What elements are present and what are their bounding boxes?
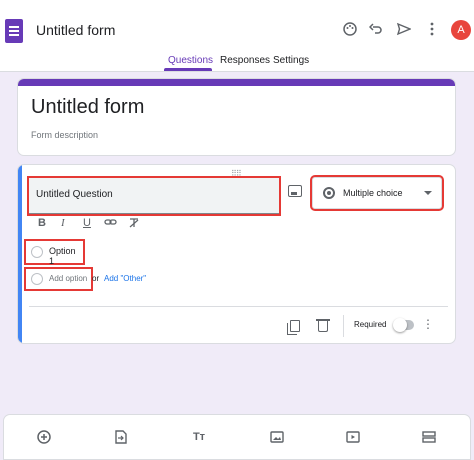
- question-title-text: Untitled Question: [36, 189, 113, 200]
- import-questions-icon[interactable]: [112, 428, 130, 446]
- drag-handle-icon[interactable]: ⠿⠿: [231, 169, 242, 178]
- clear-formatting-icon[interactable]: [128, 217, 140, 232]
- dropdown-arrow-icon: [424, 191, 432, 195]
- tab-settings[interactable]: Settings: [273, 55, 309, 66]
- palette-icon[interactable]: [338, 17, 362, 41]
- question-type-select[interactable]: Multiple choice: [310, 175, 444, 211]
- underline-icon[interactable]: U: [83, 217, 91, 229]
- add-title-icon[interactable]: Tт: [190, 428, 208, 446]
- more-vert-icon[interactable]: [420, 17, 444, 41]
- or-text: or: [92, 274, 100, 283]
- undo-icon[interactable]: [364, 17, 388, 41]
- forms-logo-icon[interactable]: [5, 19, 23, 43]
- add-image-icon[interactable]: [268, 428, 286, 446]
- question-type-label: Multiple choice: [343, 188, 403, 198]
- tab-questions[interactable]: Questions: [168, 55, 213, 66]
- form-description-input[interactable]: Form description: [31, 130, 98, 140]
- question-title-input[interactable]: Untitled Question: [27, 176, 281, 216]
- add-option-button[interactable]: Add option: [24, 267, 93, 291]
- radio-circle-icon: [31, 246, 43, 258]
- top-bar: Untitled form A Questions Responses Sett…: [0, 0, 474, 72]
- tab-responses[interactable]: Responses: [220, 55, 270, 66]
- radio-button-icon: [323, 187, 335, 199]
- active-tab-indicator: [164, 68, 212, 71]
- more-vert-icon[interactable]: ⋮: [422, 317, 434, 331]
- add-option-label: Add option: [49, 274, 88, 283]
- question-card: ⠿⠿ Untitled Question Multiple choice B I…: [17, 164, 456, 344]
- italic-icon[interactable]: I: [61, 217, 65, 229]
- delete-icon[interactable]: [316, 319, 330, 332]
- add-video-icon[interactable]: [344, 428, 362, 446]
- option-label: Option 1: [49, 246, 76, 266]
- active-card-indicator: [18, 165, 22, 343]
- add-question-icon[interactable]: [35, 428, 53, 446]
- add-section-icon[interactable]: [420, 428, 438, 446]
- avatar[interactable]: A: [451, 20, 471, 40]
- divider: [29, 306, 448, 307]
- send-icon[interactable]: [392, 17, 416, 41]
- floating-toolbar: Tт: [3, 414, 471, 460]
- form-header-card: Untitled form Form description: [17, 78, 456, 156]
- radio-circle-icon: [31, 273, 43, 285]
- add-image-icon[interactable]: [288, 185, 302, 197]
- link-icon[interactable]: [104, 217, 117, 230]
- accent-band: [18, 79, 455, 86]
- form-name[interactable]: Untitled form: [36, 22, 115, 38]
- duplicate-icon[interactable]: [287, 320, 300, 335]
- bold-icon[interactable]: B: [38, 217, 46, 229]
- required-label: Required: [354, 320, 387, 329]
- divider: [343, 315, 344, 337]
- add-other-link[interactable]: Add "Other": [104, 274, 146, 283]
- form-title-input[interactable]: Untitled form: [31, 96, 144, 119]
- required-toggle[interactable]: [393, 318, 414, 332]
- option-item[interactable]: Option 1: [24, 239, 85, 266]
